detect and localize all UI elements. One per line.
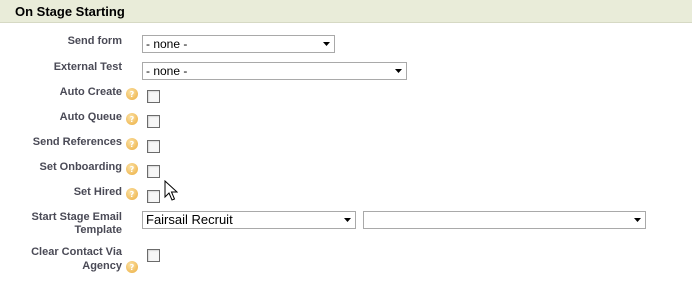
external-test-select[interactable]: - none - [142, 62, 407, 80]
help-icon[interactable]: ? [126, 261, 138, 273]
section-title: On Stage Starting [15, 4, 125, 19]
auto-queue-checkbox[interactable] [147, 115, 160, 128]
mouse-pointer-icon [164, 180, 178, 201]
send-references-checkbox[interactable] [147, 140, 160, 153]
set-hired-checkbox[interactable] [147, 190, 160, 203]
chevron-down-icon [323, 36, 330, 52]
help-icon[interactable]: ? [126, 88, 138, 100]
clear-contact-via-agency-label-line2: Agency [82, 260, 122, 272]
send-form-label: Send form [67, 35, 122, 47]
send-form-select[interactable]: - none - [142, 35, 335, 53]
help-icon[interactable]: ? [126, 138, 138, 150]
email-template-value: Fairsail Recruit [146, 212, 233, 227]
clear-contact-via-agency-checkbox[interactable] [147, 249, 160, 262]
email-template-secondary-select[interactable] [363, 211, 646, 229]
external-test-label: External Test [53, 61, 122, 73]
send-references-label: Send References [32, 136, 122, 148]
clear-contact-via-agency-label-line1: Clear Contact Via [31, 246, 122, 258]
set-onboarding-checkbox[interactable] [147, 165, 160, 178]
send-form-value: - none - [146, 37, 188, 51]
auto-create-label: Auto Create [59, 86, 122, 98]
chevron-down-icon [634, 212, 641, 228]
set-hired-label: Set Hired [73, 186, 122, 198]
help-icon[interactable]: ? [126, 188, 138, 200]
auto-create-checkbox[interactable] [147, 90, 160, 103]
section-header: On Stage Starting [0, 0, 692, 23]
chevron-down-icon [344, 212, 351, 228]
auto-queue-label: Auto Queue [59, 111, 122, 123]
set-onboarding-label: Set Onboarding [39, 161, 123, 173]
chevron-down-icon [395, 63, 402, 79]
help-icon[interactable]: ? [126, 163, 138, 175]
start-stage-email-template-label-line1: Start Stage Email [31, 211, 122, 223]
help-icon[interactable]: ? [126, 113, 138, 125]
start-stage-email-template-label-line2: Template [74, 224, 122, 236]
email-template-select[interactable]: Fairsail Recruit [142, 211, 356, 229]
external-test-value: - none - [146, 64, 188, 78]
